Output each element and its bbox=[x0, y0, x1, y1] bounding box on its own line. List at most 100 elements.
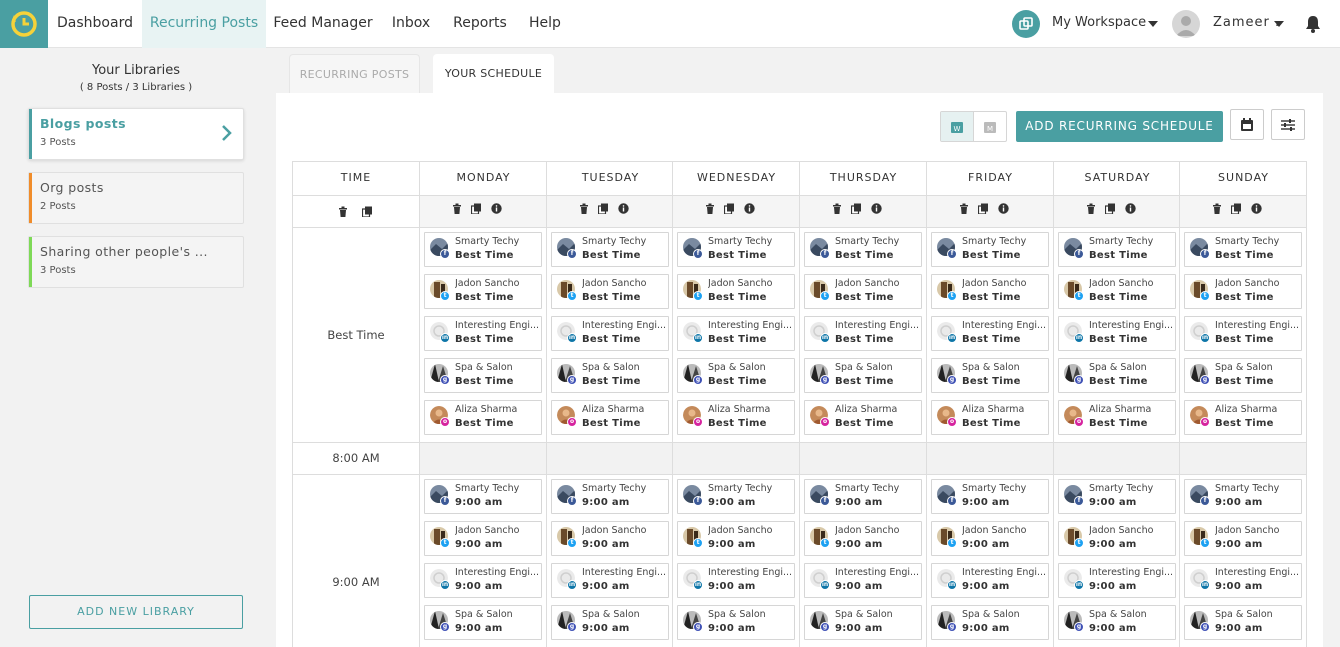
nav-recurring-posts[interactable]: Recurring Posts bbox=[142, 0, 266, 48]
tab-your-schedule[interactable]: YOUR SCHEDULE bbox=[433, 54, 554, 94]
filter-settings-button[interactable] bbox=[1271, 109, 1305, 140]
notification-bell-icon[interactable] bbox=[1305, 15, 1321, 37]
schedule-post-card[interactable]: g Spa & Salon Best Time bbox=[931, 358, 1049, 393]
schedule-post-card[interactable]: g Spa & Salon 9:00 am bbox=[1058, 605, 1176, 640]
schedule-post-card[interactable]: in Interesting Engi... Best Time bbox=[931, 316, 1049, 351]
schedule-post-card[interactable]: t Jadon Sancho 9:00 am bbox=[931, 521, 1049, 556]
schedule-post-card[interactable]: in Interesting Engi... 9:00 am bbox=[677, 563, 795, 598]
schedule-post-card[interactable]: f Smarty Techy 9:00 am bbox=[804, 479, 922, 514]
schedule-post-card[interactable]: f Smarty Techy Best Time bbox=[1184, 232, 1302, 267]
schedule-post-card[interactable]: t Jadon Sancho Best Time bbox=[804, 274, 922, 309]
schedule-post-card[interactable]: f Smarty Techy Best Time bbox=[1058, 232, 1176, 267]
schedule-post-card[interactable]: g Spa & Salon 9:00 am bbox=[1184, 605, 1302, 640]
schedule-post-card[interactable]: in Interesting Engi... 9:00 am bbox=[1058, 563, 1176, 598]
schedule-post-card[interactable]: o Aliza Sharma Best Time bbox=[677, 400, 795, 435]
schedule-post-card[interactable]: g Spa & Salon 9:00 am bbox=[424, 605, 542, 640]
user-menu[interactable]: Zameer . bbox=[1213, 15, 1280, 30]
schedule-post-card[interactable]: f Smarty Techy 9:00 am bbox=[1058, 479, 1176, 514]
app-logo-icon[interactable] bbox=[0, 0, 48, 48]
schedule-post-card[interactable]: in Interesting Engi... Best Time bbox=[551, 316, 669, 351]
schedule-post-card[interactable]: o Aliza Sharma Best Time bbox=[551, 400, 669, 435]
schedule-post-card[interactable]: in Interesting Engi... 9:00 am bbox=[804, 563, 922, 598]
schedule-post-card[interactable]: in Interesting Engi... Best Time bbox=[804, 316, 922, 351]
copy-icon[interactable] bbox=[1105, 203, 1116, 214]
schedule-post-card[interactable]: g Spa & Salon Best Time bbox=[1184, 358, 1302, 393]
library-card-blogs[interactable]: Blogs posts 3 Posts bbox=[28, 108, 244, 160]
schedule-post-card[interactable]: t Jadon Sancho 9:00 am bbox=[1058, 521, 1176, 556]
schedule-post-card[interactable]: g Spa & Salon Best Time bbox=[804, 358, 922, 393]
copy-icon[interactable] bbox=[1231, 203, 1242, 214]
trash-icon[interactable] bbox=[832, 203, 842, 214]
nav-inbox[interactable]: Inbox bbox=[380, 0, 442, 48]
schedule-post-card[interactable]: g Spa & Salon 9:00 am bbox=[931, 605, 1049, 640]
copy-icon[interactable] bbox=[724, 203, 735, 214]
nav-help[interactable]: Help bbox=[518, 0, 572, 48]
copy-icon[interactable] bbox=[471, 203, 482, 214]
schedule-post-card[interactable]: o Aliza Sharma Best Time bbox=[804, 400, 922, 435]
nav-feed-manager[interactable]: Feed Manager bbox=[266, 0, 380, 48]
month-view-button[interactable]: M bbox=[974, 112, 1006, 141]
schedule-post-card[interactable]: in Interesting Engi... 9:00 am bbox=[424, 563, 542, 598]
copy-icon[interactable] bbox=[978, 203, 989, 214]
schedule-post-card[interactable]: in Interesting Engi... 9:00 am bbox=[1184, 563, 1302, 598]
schedule-post-card[interactable]: f Smarty Techy Best Time bbox=[931, 232, 1049, 267]
schedule-post-card[interactable]: t Jadon Sancho Best Time bbox=[551, 274, 669, 309]
library-card-org[interactable]: Org posts 2 Posts bbox=[28, 172, 244, 224]
copy-all-icon[interactable] bbox=[362, 206, 373, 217]
schedule-post-card[interactable]: g Spa & Salon Best Time bbox=[677, 358, 795, 393]
trash-icon[interactable] bbox=[1086, 203, 1096, 214]
schedule-post-card[interactable]: f Smarty Techy 9:00 am bbox=[424, 479, 542, 514]
schedule-post-card[interactable]: t Jadon Sancho Best Time bbox=[677, 274, 795, 309]
trash-icon[interactable] bbox=[959, 203, 969, 214]
user-chevron-down-icon[interactable] bbox=[1274, 21, 1284, 27]
schedule-post-card[interactable]: t Jadon Sancho Best Time bbox=[931, 274, 1049, 309]
info-icon[interactable] bbox=[1251, 203, 1262, 214]
schedule-post-card[interactable]: f Smarty Techy Best Time bbox=[804, 232, 922, 267]
schedule-post-card[interactable]: f Smarty Techy 9:00 am bbox=[931, 479, 1049, 514]
copy-icon[interactable] bbox=[851, 203, 862, 214]
schedule-post-card[interactable]: o Aliza Sharma Best Time bbox=[424, 400, 542, 435]
schedule-post-card[interactable]: g Spa & Salon 9:00 am bbox=[551, 605, 669, 640]
schedule-post-card[interactable]: f Smarty Techy Best Time bbox=[677, 232, 795, 267]
info-icon[interactable] bbox=[491, 203, 502, 214]
add-new-library-button[interactable]: ADD NEW LIBRARY bbox=[29, 595, 243, 629]
schedule-post-card[interactable]: in Interesting Engi... Best Time bbox=[1184, 316, 1302, 351]
schedule-post-card[interactable]: g Spa & Salon Best Time bbox=[1058, 358, 1176, 393]
schedule-post-card[interactable]: t Jadon Sancho 9:00 am bbox=[1184, 521, 1302, 556]
schedule-post-card[interactable]: o Aliza Sharma Best Time bbox=[1184, 400, 1302, 435]
schedule-post-card[interactable]: in Interesting Engi... Best Time bbox=[424, 316, 542, 351]
week-view-button[interactable]: W bbox=[941, 112, 974, 141]
delete-all-icon[interactable] bbox=[338, 206, 348, 217]
trash-icon[interactable] bbox=[452, 203, 462, 214]
schedule-post-card[interactable]: g Spa & Salon 9:00 am bbox=[804, 605, 922, 640]
schedule-post-card[interactable]: g Spa & Salon Best Time bbox=[551, 358, 669, 393]
info-icon[interactable] bbox=[744, 203, 755, 214]
trash-icon[interactable] bbox=[1212, 203, 1222, 214]
schedule-post-card[interactable]: o Aliza Sharma Best Time bbox=[1058, 400, 1176, 435]
trash-icon[interactable] bbox=[579, 203, 589, 214]
info-icon[interactable] bbox=[1125, 203, 1136, 214]
nav-reports[interactable]: Reports bbox=[442, 0, 518, 48]
copy-icon[interactable] bbox=[598, 203, 609, 214]
schedule-post-card[interactable]: in Interesting Engi... 9:00 am bbox=[931, 563, 1049, 598]
info-icon[interactable] bbox=[618, 203, 629, 214]
info-icon[interactable] bbox=[998, 203, 1009, 214]
schedule-post-card[interactable]: g Spa & Salon 9:00 am bbox=[677, 605, 795, 640]
schedule-post-card[interactable]: in Interesting Engi... 9:00 am bbox=[551, 563, 669, 598]
schedule-post-card[interactable]: t Jadon Sancho Best Time bbox=[1058, 274, 1176, 309]
nav-dashboard[interactable]: Dashboard bbox=[48, 0, 142, 48]
schedule-post-card[interactable]: f Smarty Techy Best Time bbox=[551, 232, 669, 267]
schedule-post-card[interactable]: in Interesting Engi... Best Time bbox=[1058, 316, 1176, 351]
schedule-post-card[interactable]: t Jadon Sancho 9:00 am bbox=[424, 521, 542, 556]
schedule-post-card[interactable]: o Aliza Sharma Best Time bbox=[931, 400, 1049, 435]
workspace-chevron-down-icon[interactable] bbox=[1148, 21, 1158, 27]
library-card-sharing[interactable]: Sharing other people's ... 3 Posts bbox=[28, 236, 244, 288]
schedule-post-card[interactable]: t Jadon Sancho 9:00 am bbox=[804, 521, 922, 556]
info-icon[interactable] bbox=[871, 203, 882, 214]
schedule-post-card[interactable]: f Smarty Techy 9:00 am bbox=[677, 479, 795, 514]
schedule-post-card[interactable]: t Jadon Sancho 9:00 am bbox=[551, 521, 669, 556]
schedule-post-card[interactable]: f Smarty Techy Best Time bbox=[424, 232, 542, 267]
workspace-selector[interactable]: My Workspace bbox=[1052, 15, 1146, 30]
tab-recurring-posts[interactable]: RECURRING POSTS bbox=[289, 54, 420, 94]
add-recurring-schedule-button[interactable]: ADD RECURRING SCHEDULE bbox=[1016, 111, 1223, 142]
